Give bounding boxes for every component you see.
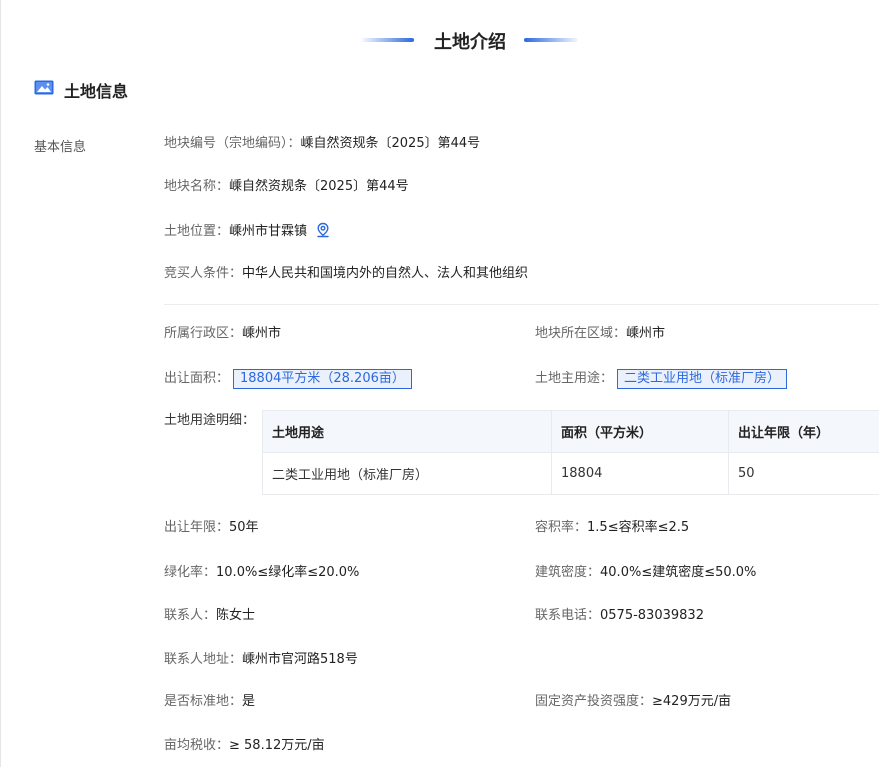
term-row: 出让年限：50年 xyxy=(164,519,259,537)
basic-info-label: 基本信息 xyxy=(34,140,87,155)
far-row: 容积率：1.5≤容积率≤2.5 xyxy=(535,519,689,537)
location-pin-icon[interactable] xyxy=(315,222,331,238)
main-use-label: 土地主用途： xyxy=(535,371,614,386)
table-cell-term: 50 xyxy=(728,452,879,495)
bidder-row: 竞买人条件：中华人民共和国境内外的自然人、法人和其他组织 xyxy=(164,265,528,283)
title-decor-right xyxy=(524,38,578,42)
phone-value: 0575-83039832 xyxy=(600,608,704,623)
table-header-use: 土地用途 xyxy=(262,410,552,453)
contact-label: 联系人： xyxy=(164,608,217,623)
page-header: 土地介绍 xyxy=(0,28,879,54)
admin-region-value: 嵊州市 xyxy=(242,326,282,341)
plot-name-label: 地块名称： xyxy=(164,179,230,194)
main-use-tag: 二类工业用地（标准厂房） xyxy=(617,369,788,389)
investment-value: ≥429万元/亩 xyxy=(652,694,732,709)
main-use-row: 土地主用途： 二类工业用地（标准厂房） xyxy=(535,369,788,389)
location-value: 嵊州市甘霖镇 xyxy=(229,224,308,239)
plot-name-value: 嵊自然资规条〔2025〕第44号 xyxy=(229,179,409,194)
plot-number-row: 地块编号（宗地编码）：嵊自然资规条〔2025〕第44号 xyxy=(164,135,480,153)
green-row: 绿化率：10.0%≤绿化率≤20.0% xyxy=(164,564,359,582)
plot-name-row: 地块名称：嵊自然资规条〔2025〕第44号 xyxy=(164,178,409,196)
far-label: 容积率： xyxy=(535,520,588,535)
phone-label: 联系电话： xyxy=(535,608,601,623)
table-cell-use: 二类工业用地（标准厂房） xyxy=(262,452,552,495)
density-value: 40.0%≤建筑密度≤50.0% xyxy=(600,565,757,580)
land-use-table: 土地用途 面积（平方米） 出让年限（年） 二类工业用地（标准厂房） 18804 … xyxy=(262,410,879,495)
address-value: 嵊州市官河路518号 xyxy=(242,652,358,667)
section-divider xyxy=(164,304,879,305)
plot-region-row: 地块所在区域：嵊州市 xyxy=(535,325,665,343)
admin-region-label: 所属行政区： xyxy=(164,326,243,341)
plot-number-value: 嵊自然资规条〔2025〕第44号 xyxy=(300,136,481,151)
address-row: 联系人地址：嵊州市官河路518号 xyxy=(164,651,358,669)
green-label: 绿化率： xyxy=(164,565,217,580)
location-label: 土地位置： xyxy=(164,224,230,239)
tax-row: 亩均税收：≥ 58.12万元/亩 xyxy=(164,737,325,755)
phone-row: 联系电话：0575-83039832 xyxy=(535,607,704,625)
density-label: 建筑密度： xyxy=(535,565,601,580)
location-row: 土地位置：嵊州市甘霖镇 xyxy=(164,222,331,241)
use-detail-label: 土地用途明细： xyxy=(164,413,256,428)
image-icon xyxy=(34,80,54,95)
contact-value: 陈女士 xyxy=(216,608,256,623)
title-decor-left xyxy=(362,38,414,42)
green-value: 10.0%≤绿化率≤20.0% xyxy=(216,565,360,580)
bidder-value: 中华人民共和国境内外的自然人、法人和其他组织 xyxy=(242,266,529,281)
investment-row: 固定资产投资强度：≥429万元/亩 xyxy=(535,693,731,711)
address-label: 联系人地址： xyxy=(164,652,243,667)
tax-label: 亩均税收： xyxy=(164,738,230,753)
table-cell-area: 18804 xyxy=(551,452,729,495)
section-title: 土地信息 xyxy=(64,82,129,101)
standard-value: 是 xyxy=(242,694,256,709)
density-row: 建筑密度：40.0%≤建筑密度≤50.0% xyxy=(535,564,756,582)
far-value: 1.5≤容积率≤2.5 xyxy=(587,520,690,535)
area-label: 出让面积： xyxy=(164,371,230,386)
term-label: 出让年限： xyxy=(164,520,230,535)
bidder-label: 竞买人条件： xyxy=(164,266,243,281)
plot-number-label: 地块编号（宗地编码）： xyxy=(164,136,301,151)
standard-row: 是否标准地：是 xyxy=(164,693,255,711)
plot-region-label: 地块所在区域： xyxy=(535,326,627,341)
area-row: 出让面积： 18804平方米（28.206亩） xyxy=(164,369,412,389)
term-value: 50年 xyxy=(229,520,259,535)
plot-region-value: 嵊州市 xyxy=(626,326,666,341)
table-header-area: 面积（平方米） xyxy=(551,410,729,453)
page-title: 土地介绍 xyxy=(434,32,506,53)
tax-value: ≥ 58.12万元/亩 xyxy=(229,738,325,753)
area-tag: 18804平方米（28.206亩） xyxy=(233,369,412,389)
investment-label: 固定资产投资强度： xyxy=(535,694,653,709)
standard-label: 是否标准地： xyxy=(164,694,243,709)
contact-row: 联系人：陈女士 xyxy=(164,607,255,625)
table-row: 二类工业用地（标准厂房） 18804 50 xyxy=(262,452,879,495)
table-header-row: 土地用途 面积（平方米） 出让年限（年） xyxy=(262,410,879,453)
page-left-border xyxy=(0,0,1,767)
admin-region-row: 所属行政区：嵊州市 xyxy=(164,325,281,343)
table-header-term: 出让年限（年） xyxy=(728,410,879,453)
